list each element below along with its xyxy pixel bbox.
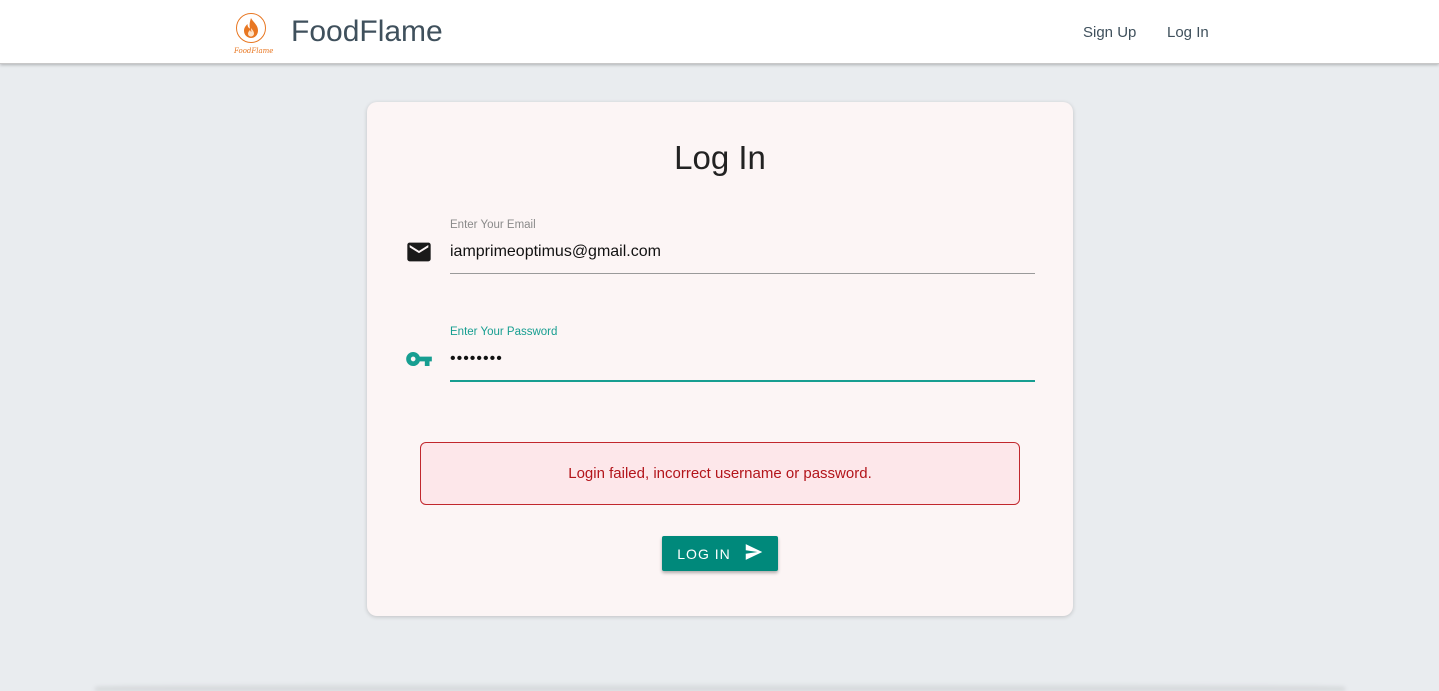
login-button-label: LOG IN <box>677 545 731 562</box>
password-field[interactable] <box>450 346 1035 372</box>
nav-login-link[interactable]: Log In <box>1167 23 1209 43</box>
send-icon <box>745 544 763 563</box>
error-message: Login failed, incorrect username or pass… <box>568 465 872 482</box>
email-field[interactable] <box>450 239 1035 265</box>
email-underline <box>450 273 1035 274</box>
key-icon <box>405 345 433 373</box>
password-label: Enter Your Password <box>450 326 558 338</box>
page-bottom-shadow <box>95 683 1345 691</box>
page-title: Log In <box>674 139 766 176</box>
login-card: Log In Enter Your Email Enter Your Passw… <box>367 102 1073 616</box>
brand-name[interactable]: FoodFlame <box>291 14 443 50</box>
logo-caption: FoodFlame <box>234 47 274 55</box>
flame-icon <box>236 13 266 43</box>
nav-signup-link[interactable]: Sign Up <box>1083 23 1136 43</box>
mail-icon <box>405 238 433 266</box>
top-navbar: FoodFlame FoodFlame Sign Up Log In <box>0 0 1439 64</box>
login-button[interactable]: LOG IN <box>662 536 778 571</box>
password-underline <box>450 380 1035 382</box>
foodflame-logo[interactable]: FoodFlame <box>234 11 274 57</box>
email-label: Enter Your Email <box>450 219 536 231</box>
error-alert: Login failed, incorrect username or pass… <box>420 442 1020 505</box>
